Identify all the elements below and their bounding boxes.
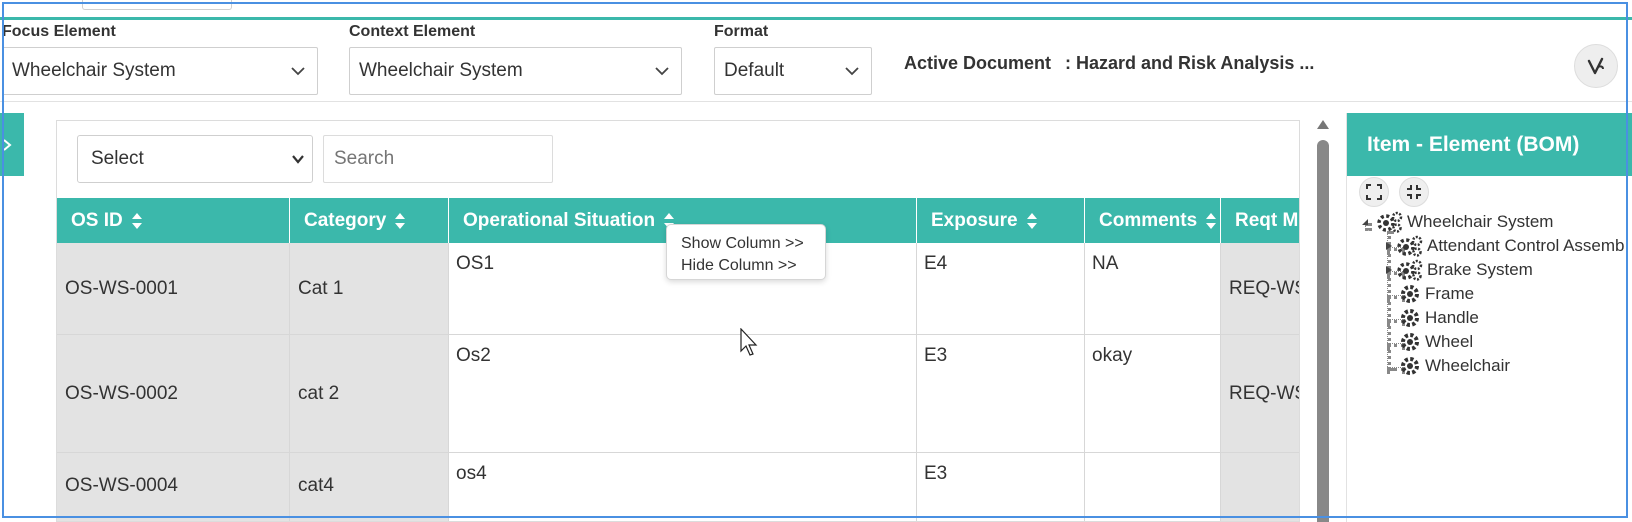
table-cell-comments[interactable] [1085,453,1221,521]
column-header-label: Exposure [931,209,1018,231]
table-cell-exposure[interactable]: E3 [917,453,1085,521]
tree-node-label: Brake System [1427,260,1533,279]
gear-icon [1401,285,1419,303]
tree-node-label: Wheelchair System [1407,212,1554,231]
gear-icon [1401,333,1419,351]
column-header-category[interactable]: Category [290,198,449,243]
sort-icon[interactable] [131,212,143,230]
active-document-value: : Hazard and Risk Analysis ... [1065,53,1315,73]
bom-panel-title: Item - Element (BOM) [1347,113,1632,176]
gear-icon [1401,309,1419,327]
filter-bar: Focus Element Wheelchair System Context … [0,20,1632,102]
gear-icon [1401,357,1419,375]
tree-node-label: Frame [1425,284,1475,303]
expand-icon [1366,184,1382,200]
side-panel-toggle[interactable] [0,113,24,176]
top-strip [0,0,1632,20]
column-header-label: Category [304,209,387,231]
table-cell-category: cat 2 [290,335,449,453]
tree-node-label: Wheelchair [1425,356,1511,375]
column-header-label: Operational Situation [463,209,656,231]
column-header-label: OS ID [71,209,123,231]
collapse-all-button[interactable] [1399,177,1429,207]
column-context-menu: Show Column >> Hide Column >> [666,224,826,280]
table-filter-value: Select [91,148,144,169]
hide-column-menu-item[interactable]: Hide Column >> [681,255,811,277]
panel-toggle-icon [3,138,12,151]
table-filter-select[interactable]: Select [77,135,313,183]
column-header-label: Comments [1099,209,1198,231]
tree-toggle-collapsed-icon[interactable] [1385,265,1393,275]
table-cell-reqt [1221,453,1299,521]
table-cell-category: cat4 [290,453,449,521]
tree-node-wheelchair[interactable]: Wheelchair [1399,355,1510,377]
table-cell-os-id: OS-WS-0001 [57,243,290,335]
gear-icon [1397,259,1423,281]
tree-node-brake-system[interactable]: Brake System [1385,259,1533,281]
tree-toggle-collapsed-icon[interactable] [1385,241,1393,251]
top-tab-stub [82,0,232,10]
tree-node-label: Attendant Control Assemb [1427,236,1625,255]
column-header-reqt[interactable]: Reqt M [1221,198,1299,243]
table-cell-comments[interactable]: NA [1085,243,1221,335]
table-cell-os-id: OS-WS-0004 [57,453,290,521]
table-cell-reqt: REQ-WS [1221,243,1299,335]
show-column-menu-item[interactable]: Show Column >> [681,233,811,255]
scroll-up-icon[interactable] [1317,120,1329,129]
column-header-exposure[interactable]: Exposure [917,198,1085,243]
gear-icon [1397,235,1423,257]
column-header-label: Reqt M [1235,209,1299,231]
tree-toggle-expanded-icon[interactable] [1361,218,1369,226]
search-input[interactable] [323,135,553,183]
gear-icon [1377,211,1403,233]
context-element-value: Wheelchair System [359,60,523,81]
table-cell-category: Cat 1 [290,243,449,335]
tree-node-frame[interactable]: Frame [1399,283,1474,305]
table-cell-exposure[interactable]: E3 [917,335,1085,453]
sort-icon[interactable] [1205,212,1217,230]
tree-node-attendant-control[interactable]: Attendant Control Assemb [1385,235,1625,257]
chevron-down-icon [291,67,305,76]
table-cell-situation[interactable]: os4 [449,453,917,521]
expand-all-button[interactable] [1359,177,1389,207]
tree-node-root[interactable]: Wheelchair System [1361,211,1553,233]
sort-icon[interactable] [394,212,406,230]
collapse-icon [1407,185,1421,199]
chevron-down-icon [292,155,304,164]
tree-node-label: Handle [1425,308,1479,327]
v-logo-icon [1587,57,1604,75]
format-select[interactable]: Default [714,47,872,95]
column-header-comments[interactable]: Comments [1085,198,1221,243]
focus-element-value: Wheelchair System [12,60,176,81]
table-scrollbar[interactable] [1316,118,1330,522]
tree-node-wheel[interactable]: Wheel [1399,331,1473,353]
table-cell-situation[interactable]: Os2 [449,335,917,453]
table-cell-os-id: OS-WS-0002 [57,335,290,453]
table-cell-comments[interactable]: okay [1085,335,1221,453]
chevron-down-icon [845,67,859,76]
tree-node-label: Wheel [1425,332,1474,351]
table-panel: Select OS ID Category Operational Situat… [56,120,1300,522]
sort-icon[interactable] [1026,212,1038,230]
format-value: Default [724,60,785,81]
context-element-select[interactable]: Wheelchair System [349,47,682,95]
chevron-down-icon [655,67,669,76]
format-label: Format [714,23,769,40]
focus-element-label: Focus Element [2,23,116,40]
scroll-thumb[interactable] [1317,140,1329,522]
table-cell-exposure[interactable]: E4 [917,243,1085,335]
focus-element-select[interactable]: Wheelchair System [2,47,318,95]
bom-panel: Item - Element (BOM) Wheelchair System A… [1346,113,1632,522]
active-document-label: Active Document [904,53,1052,73]
logo-button[interactable] [1574,44,1618,88]
tree-node-handle[interactable]: Handle [1399,307,1479,329]
column-header-os-id[interactable]: OS ID [57,198,290,243]
table-cell-reqt: REQ-WS [1221,335,1299,453]
context-element-label: Context Element [349,23,476,40]
mouse-cursor-icon [740,328,758,356]
